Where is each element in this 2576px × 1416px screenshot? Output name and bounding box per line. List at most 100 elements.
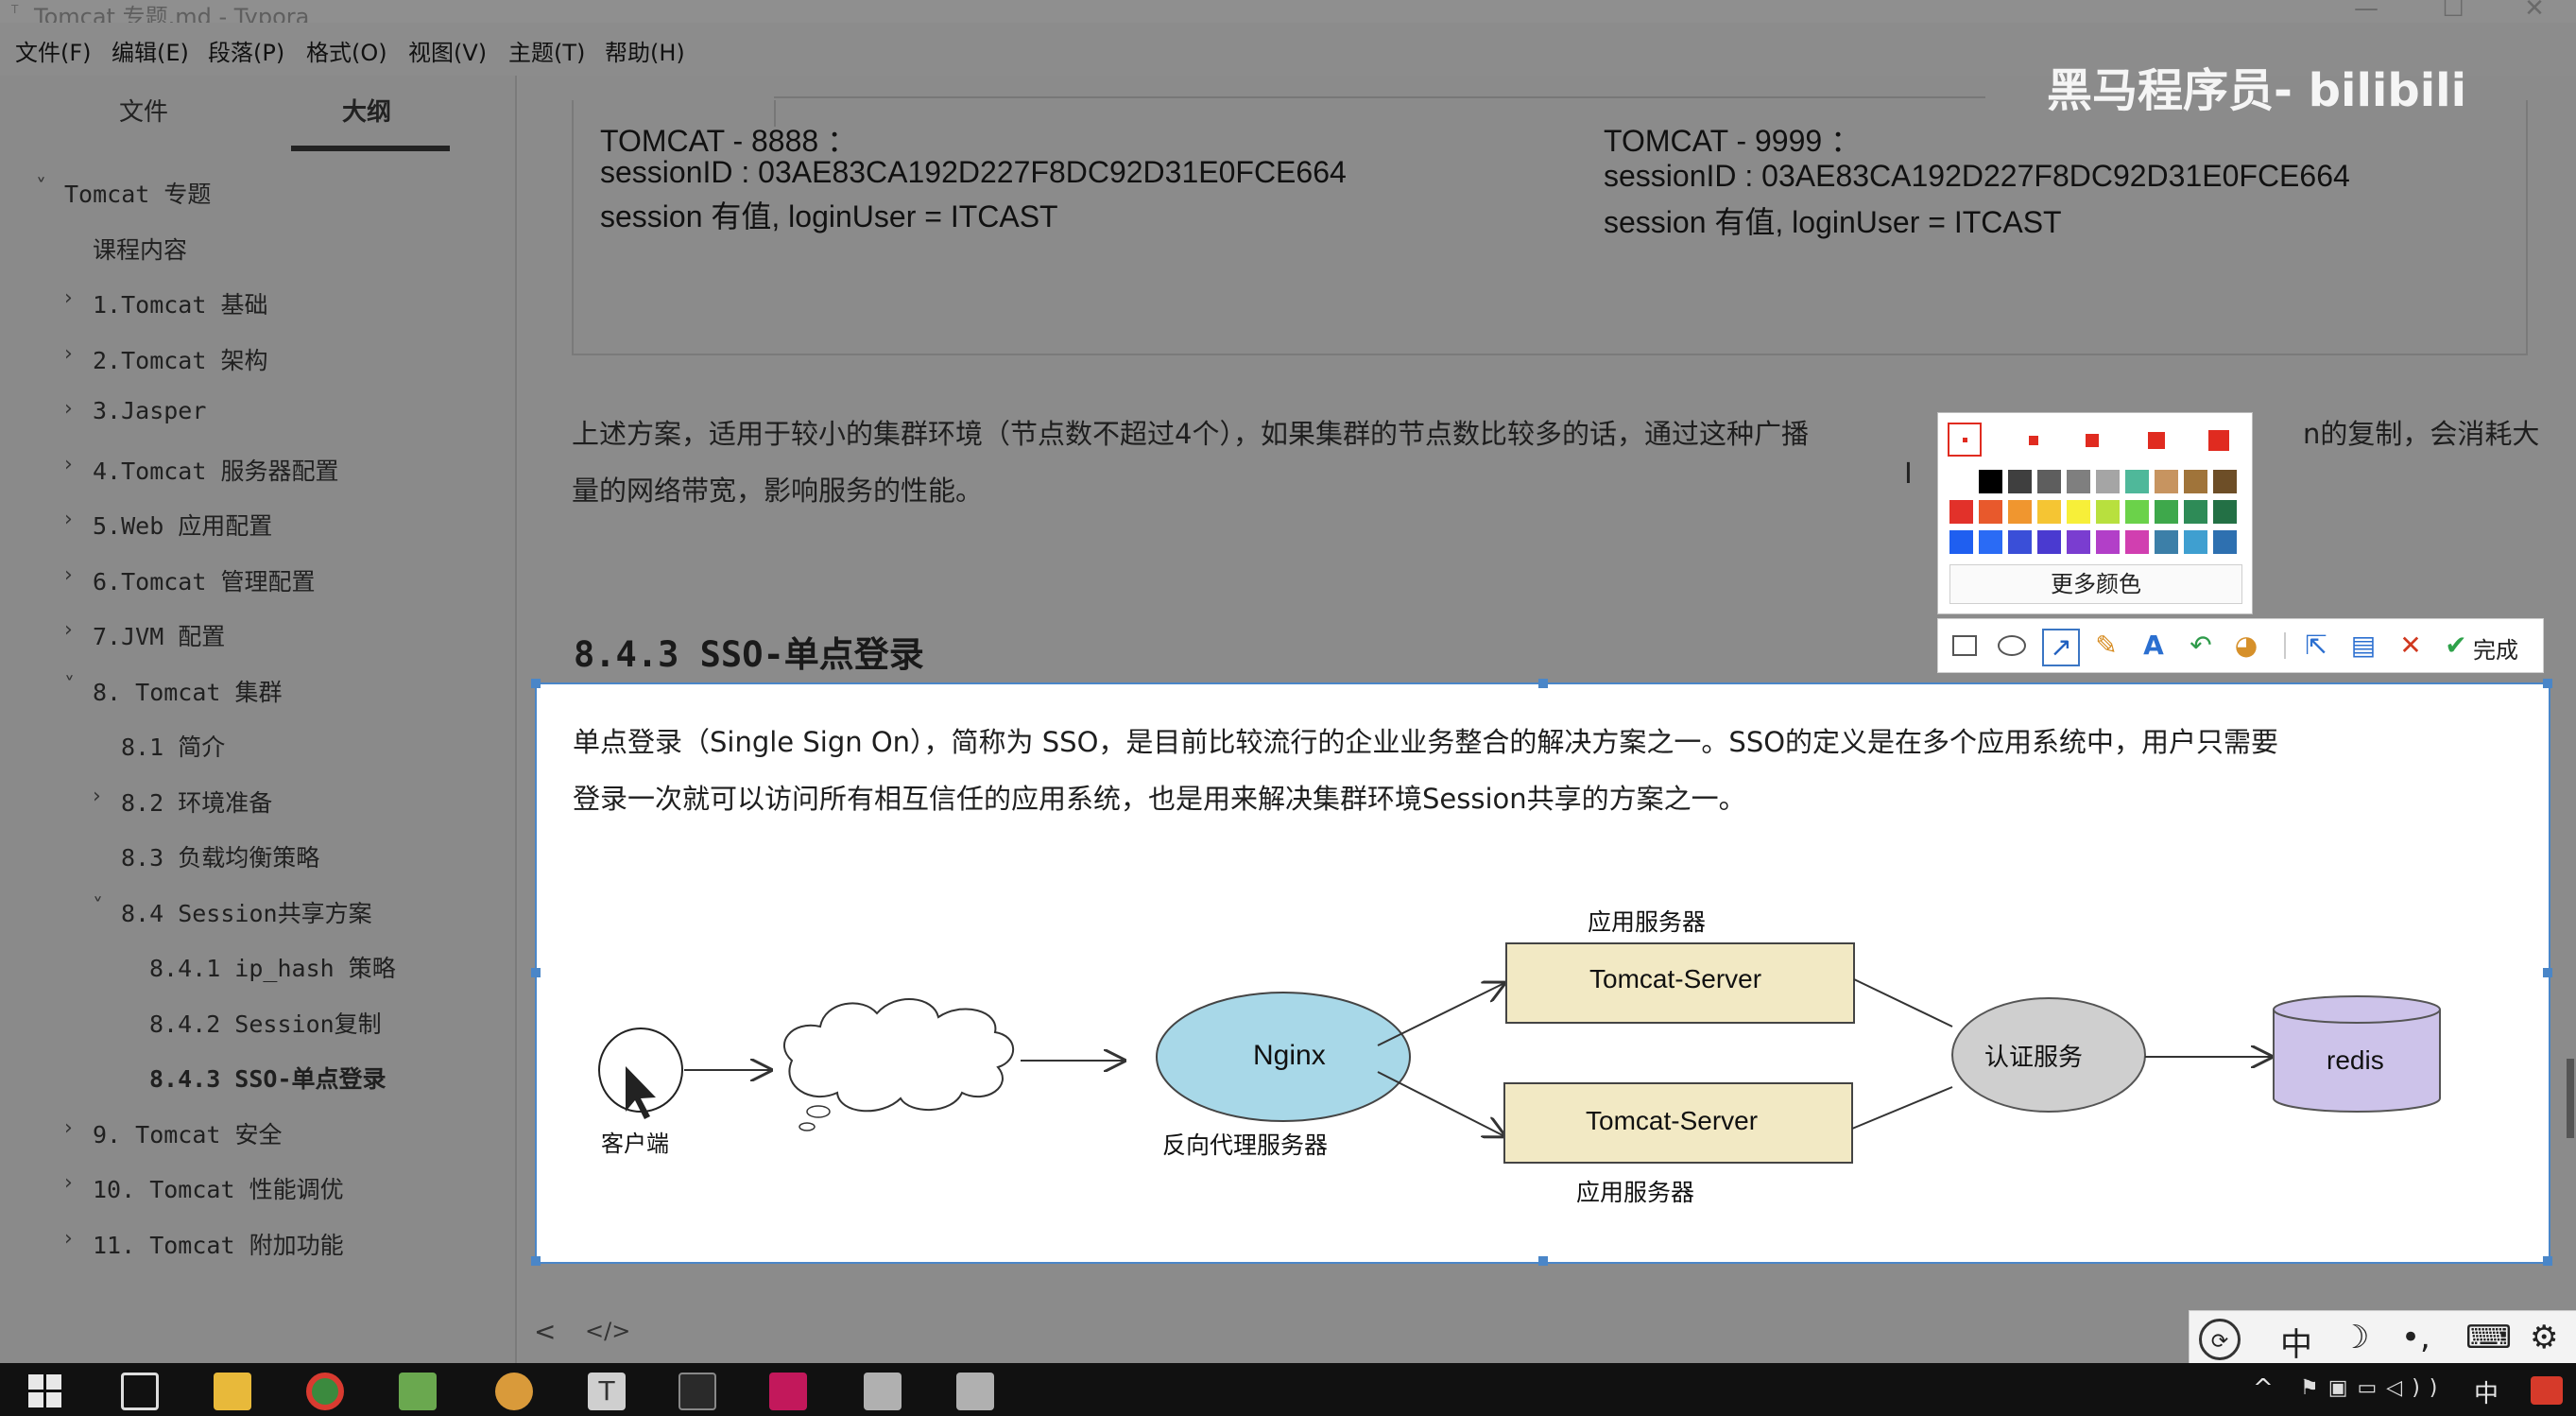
pen-size-4[interactable] (2148, 432, 2165, 449)
ellipse-tool-icon[interactable] (1995, 629, 2029, 663)
color-swatch[interactable] (2184, 500, 2207, 524)
outline-item[interactable]: 8.3 负载均衡策略 (0, 838, 510, 875)
outline-chevron-icon[interactable]: ˅ (93, 895, 103, 919)
color-swatch[interactable] (2125, 470, 2149, 493)
terminal-icon[interactable] (678, 1373, 716, 1410)
outline-item[interactable]: 课程内容 (0, 230, 510, 268)
outline-chevron-icon[interactable]: › (64, 1116, 73, 1140)
color-swatch[interactable] (2213, 470, 2237, 493)
resize-handle-e[interactable] (2543, 968, 2552, 977)
resize-handle-n[interactable] (1538, 679, 1548, 688)
color-swatch[interactable] (2067, 530, 2090, 554)
outline-chevron-icon[interactable]: › (64, 286, 73, 310)
outline-chevron-icon[interactable]: › (64, 397, 73, 421)
color-swatch[interactable] (1979, 530, 2002, 554)
arrow-tool-icon[interactable]: ↗ (2042, 629, 2080, 666)
chrome-icon[interactable] (306, 1373, 344, 1410)
typora-taskbar-icon[interactable]: T (588, 1373, 626, 1410)
resize-handle-nw[interactable] (531, 679, 541, 688)
minimize-button[interactable]: — (2338, 0, 2395, 23)
menu-format[interactable]: 格式(O) (306, 34, 387, 67)
color-swatch[interactable] (2125, 500, 2149, 524)
color-swatch[interactable] (2155, 500, 2178, 524)
menu-edit[interactable]: 编辑(E) (112, 34, 189, 67)
java-app-icon-1[interactable] (864, 1373, 902, 1410)
resize-handle-w[interactable] (531, 968, 541, 977)
paint-icon[interactable] (495, 1373, 533, 1410)
menu-help[interactable]: 帮助(H) (605, 34, 685, 67)
color-swatch[interactable] (1949, 470, 1973, 493)
outline-item[interactable]: › 6.Tomcat 管理配置 (0, 561, 510, 599)
outline-chevron-icon[interactable]: › (93, 785, 101, 808)
outline-chevron-icon[interactable]: › (64, 563, 73, 587)
color-swatch[interactable] (1948, 498, 1975, 526)
outline-item[interactable]: › 2.Tomcat 架构 (0, 340, 510, 378)
outline-item[interactable]: › 7.JVM 配置 (0, 616, 510, 654)
intellij-icon[interactable] (769, 1373, 807, 1410)
outline-item[interactable]: › 11. Tomcat 附加功能 (0, 1225, 510, 1263)
menu-view[interactable]: 视图(V) (408, 34, 487, 67)
sogou-tray-icon[interactable] (2531, 1376, 2563, 1405)
outline-item[interactable]: › 4.Tomcat 服务器配置 (0, 451, 510, 489)
brush-tool-icon[interactable]: ✎ (2089, 629, 2123, 663)
ime-logo-icon[interactable]: ⟳ (2199, 1319, 2241, 1360)
toggle-sidebar-icon[interactable]: < (534, 1316, 556, 1347)
menu-file[interactable]: 文件(F) (15, 34, 92, 67)
color-swatch[interactable] (2008, 500, 2032, 524)
more-colors-button[interactable]: 更多颜色 (1949, 564, 2242, 604)
color-swatch[interactable] (2184, 470, 2207, 493)
tray-ime-indicator[interactable]: 中 (2474, 1374, 2499, 1409)
java-app-icon-2[interactable] (956, 1373, 994, 1410)
task-view-icon[interactable] (121, 1373, 159, 1410)
tab-outline[interactable]: 大纲 (342, 93, 391, 128)
outline-item[interactable]: 8.4.1 ip_hash 策略 (0, 948, 510, 986)
maximize-button[interactable]: ☐ (2425, 0, 2482, 23)
outline-chevron-icon[interactable]: ˅ (64, 674, 75, 698)
outline-chevron-icon[interactable]: › (64, 618, 73, 642)
outline-item[interactable]: › 5.Web 应用配置 (0, 506, 510, 544)
color-swatch[interactable] (2037, 500, 2061, 524)
outline-item[interactable]: › 1.Tomcat 基础 (0, 285, 510, 322)
undo-tool-icon[interactable]: ↶ (2184, 629, 2218, 663)
color-swatch[interactable] (2213, 530, 2237, 554)
color-swatch[interactable] (2037, 530, 2061, 554)
color-swatch[interactable] (2125, 530, 2149, 554)
pen-size-small-selected[interactable] (1948, 423, 1982, 457)
pen-size-5[interactable] (2208, 430, 2229, 451)
color-swatch[interactable] (2067, 470, 2090, 493)
resize-handle-s[interactable] (1538, 1256, 1548, 1266)
resize-handle-sw[interactable] (531, 1256, 541, 1266)
source-code-mode-icon[interactable]: </> (585, 1318, 630, 1344)
outline-item[interactable]: 8.1 简介 (0, 727, 510, 765)
cancel-icon[interactable]: ✕ (2394, 629, 2428, 663)
color-swatch[interactable] (2096, 470, 2120, 493)
color-swatch[interactable] (2096, 500, 2120, 524)
text-tool-icon[interactable]: A (2137, 629, 2171, 663)
editor-scrollbar-thumb[interactable] (2567, 1059, 2574, 1138)
ime-keyboard-icon[interactable]: ⌨ (2465, 1319, 2512, 1356)
outline-item[interactable]: › 8.2 环境准备 (0, 783, 510, 820)
color-swatch[interactable] (2213, 500, 2237, 524)
tray-expand-icon[interactable]: ^ (2253, 1374, 2274, 1403)
ime-punctuation-icon[interactable]: •, (2401, 1319, 2430, 1356)
color-swatch[interactable] (2155, 470, 2178, 493)
selected-content-block[interactable]: 单点登录（Single Sign On），简称为 SSO，是目前比较流行的企业业… (531, 679, 2552, 1266)
tab-files[interactable]: 文件 (119, 93, 168, 128)
windows-start-icon[interactable] (28, 1374, 62, 1408)
outline-item[interactable]: 8.4.3 SSO-单点登录 (0, 1059, 510, 1097)
outline-item[interactable]: ˅ 8.4 Session共享方案 (0, 893, 510, 931)
notepad-icon[interactable] (399, 1373, 437, 1410)
outline-chevron-icon[interactable]: › (64, 453, 73, 476)
outline-chevron-icon[interactable]: › (64, 342, 73, 366)
pen-size-2[interactable] (2029, 436, 2038, 445)
color-swatch[interactable] (1949, 530, 1973, 554)
menu-theme[interactable]: 主题(T) (508, 34, 585, 67)
color-swatch[interactable] (2037, 470, 2061, 493)
menu-paragraph[interactable]: 段落(P) (208, 34, 284, 67)
resize-handle-ne[interactable] (2543, 679, 2552, 688)
save-icon[interactable]: ▤ (2346, 629, 2380, 663)
outline-item[interactable]: ˅ Tomcat 专题 (0, 174, 510, 212)
ime-settings-icon[interactable]: ⚙ (2530, 1319, 2558, 1356)
done-button[interactable]: 完成 (2473, 631, 2518, 665)
palette-tool-icon[interactable]: ◕ (2229, 629, 2263, 663)
